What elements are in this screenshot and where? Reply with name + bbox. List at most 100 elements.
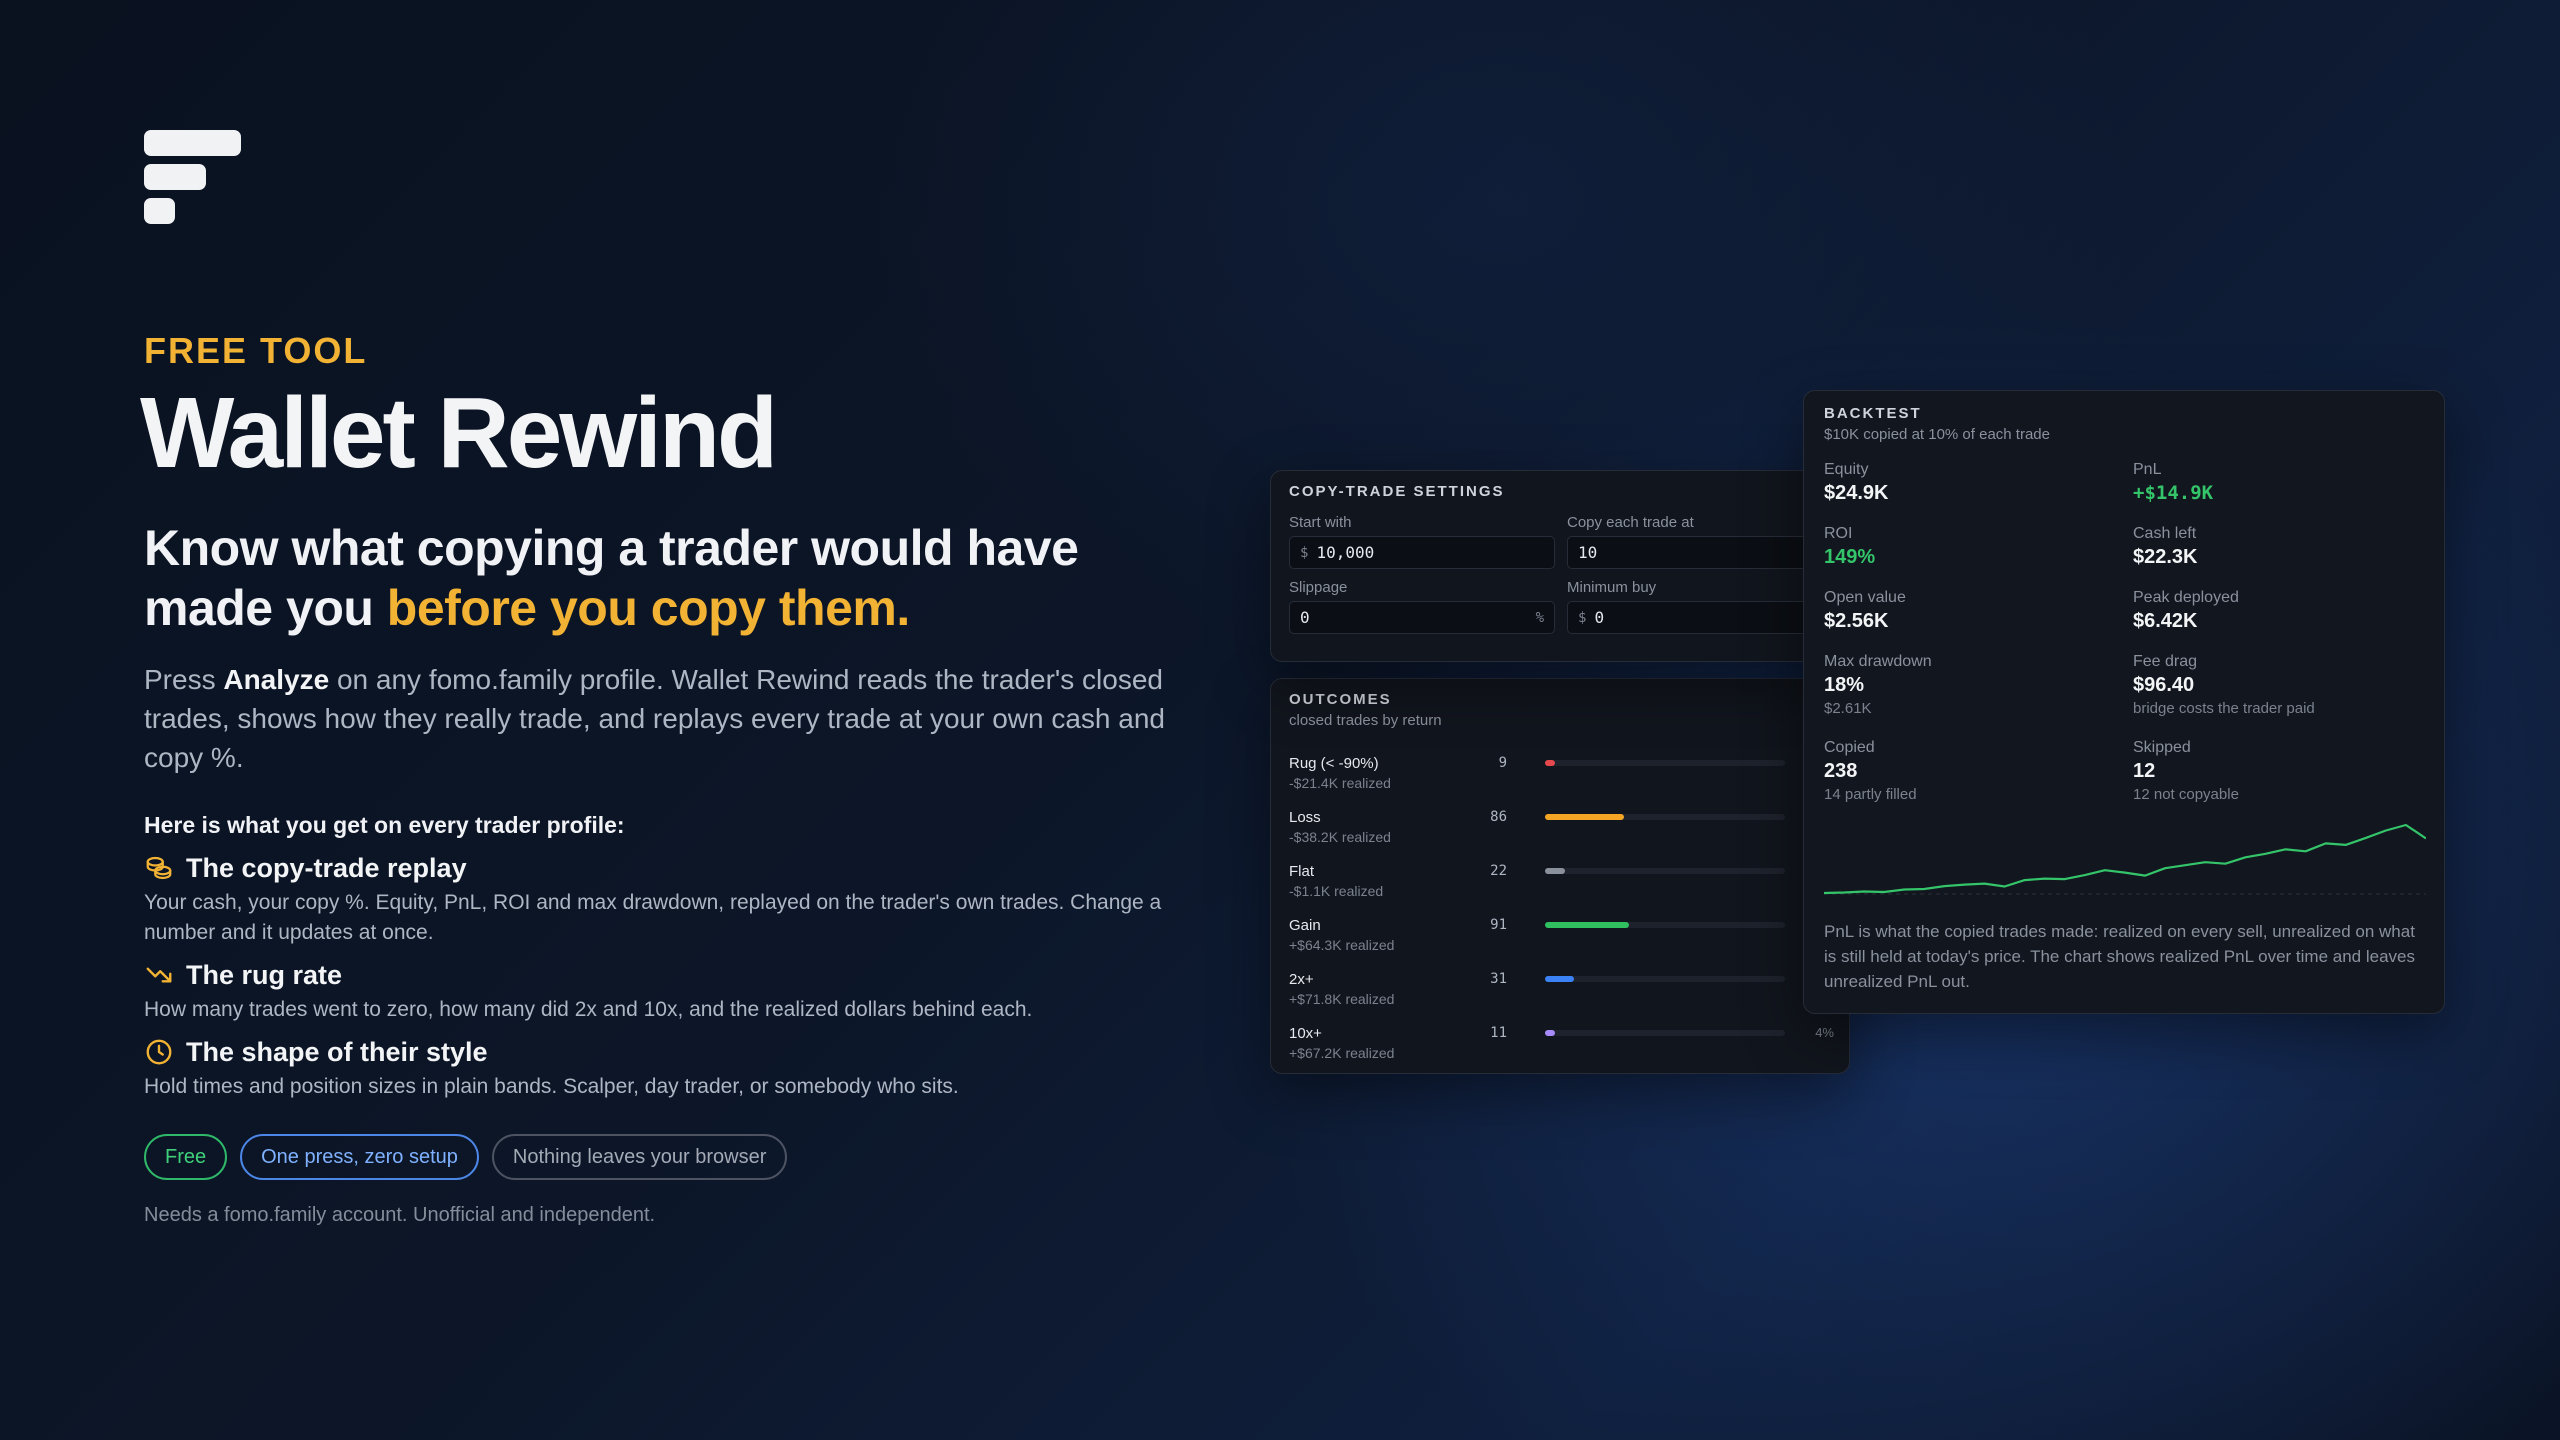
- outcome-count: 86: [1490, 809, 1507, 825]
- slippage-input[interactable]: 0 %: [1289, 601, 1555, 634]
- headline-accent: before you copy them.: [386, 580, 910, 636]
- stat-label: Peak deployed: [2133, 589, 2239, 606]
- outcomes-subtitle: closed trades by return: [1289, 712, 1442, 729]
- stat-value: +$14.9K: [2133, 482, 2214, 504]
- field-value: 10: [1578, 543, 1598, 562]
- outcome-name: 10x+: [1289, 1025, 1322, 1042]
- pill-free: Free: [144, 1134, 228, 1180]
- pill-browser-only: Nothing leaves your browser: [491, 1134, 788, 1180]
- feature-title: The rug rate: [186, 959, 343, 990]
- feature-pills: Free One press, zero setup Nothing leave…: [144, 1134, 788, 1180]
- outcome-name: Rug (< -90%): [1289, 755, 1379, 772]
- slippage-field: Slippage 0 %: [1289, 579, 1555, 634]
- coins-icon: [146, 856, 172, 880]
- stat-equity: Equity $24.9K: [1824, 461, 2124, 505]
- outcome-bar-track: [1545, 760, 1785, 766]
- headline: Know what copying a trader would have ma…: [144, 518, 1204, 638]
- outcome-bar-track: [1545, 976, 1785, 982]
- pill-one-press: One press, zero setup: [240, 1134, 479, 1180]
- stat-value: 238: [1824, 760, 1858, 782]
- field-label: Copy each trade at: [1567, 514, 1694, 531]
- stat-note: 14 partly filled: [1824, 786, 1917, 803]
- stat-peak-deployed: Peak deployed $6.42K: [2133, 589, 2433, 633]
- stat-value: $22.3K: [2133, 546, 2198, 568]
- settings-title: COPY-TRADE SETTINGS: [1289, 483, 1505, 500]
- minimum-buy-input[interactable]: $ 0: [1567, 601, 1833, 634]
- outcomes-panel: OUTCOMES closed trades by return Rug (< …: [1270, 678, 1850, 1074]
- intro-pre: Press: [144, 664, 224, 695]
- feature-desc: Hold times and position sizes in plain b…: [144, 1075, 959, 1098]
- outcomes-title: OUTCOMES: [1289, 691, 1392, 708]
- outcome-realized: +$64.3K realized: [1289, 937, 1395, 953]
- outcome-count: 91: [1490, 917, 1507, 933]
- stat-label: Open value: [1824, 589, 1906, 606]
- outcome-bar: [1545, 760, 1555, 766]
- feature-desc: How many trades went to zero, how many d…: [144, 998, 1033, 1021]
- outcome-bar: [1545, 868, 1566, 874]
- stat-value: $96.40: [2133, 674, 2195, 696]
- feature-copy-trade-replay: The copy-trade replay Your cash, your co…: [144, 850, 1204, 948]
- stat-note: bridge costs the trader paid: [2133, 700, 2315, 717]
- copy-trade-settings-panel: COPY-TRADE SETTINGS Start with $ 10,000 …: [1270, 470, 1850, 662]
- outcome-count: 22: [1490, 863, 1507, 879]
- stat-roi: ROI 149%: [1824, 525, 2124, 569]
- outcome-count: 11: [1490, 1025, 1507, 1041]
- field-value: 0: [1300, 608, 1310, 627]
- stat-value: $2.56K: [1824, 610, 1889, 632]
- feature-desc: Your cash, your copy %. Equity, PnL, ROI…: [144, 891, 1162, 944]
- field-value: 0: [1594, 608, 1605, 627]
- feature-title: The shape of their style: [186, 1036, 488, 1067]
- outcome-realized: +$71.8K realized: [1289, 991, 1395, 1007]
- outcome-realized: -$1.1K realized: [1289, 883, 1384, 899]
- backtest-title: BACKTEST: [1824, 405, 1922, 422]
- stat-value: 149%: [1824, 546, 1876, 568]
- outcome-bar: [1545, 814, 1625, 820]
- clock-icon: [146, 1039, 172, 1065]
- stat-note: 12 not copyable: [2133, 786, 2239, 803]
- stat-open-value: Open value $2.56K: [1824, 589, 2124, 633]
- backtest-note: PnL is what the copied trades made: real…: [1824, 922, 2415, 991]
- field-label: Slippage: [1289, 579, 1348, 596]
- stat-cash-left: Cash left $22.3K: [2133, 525, 2433, 569]
- outcome-realized: -$38.2K realized: [1289, 829, 1391, 845]
- outcome-row: Rug (< -90%) -$21.4K realized 9: [1289, 755, 1834, 809]
- start-with-input[interactable]: $ 10,000: [1289, 536, 1555, 569]
- stat-copied: Copied 238 14 partly filled: [1824, 739, 2124, 803]
- stat-value: 18%: [1824, 674, 1865, 696]
- page-title: Wallet Rewind: [140, 377, 778, 489]
- stat-max-drawdown: Max drawdown 18% $2.61K: [1824, 653, 2124, 717]
- stat-fee-drag: Fee drag $96.40 bridge costs the trader pa…: [2133, 653, 2433, 717]
- realized-pnl-chart: [1824, 823, 2426, 895]
- outcome-row: Flat -$1.1K realized 22: [1289, 863, 1834, 917]
- field-label: Minimum buy: [1567, 579, 1657, 596]
- pnl-line: [1824, 823, 2426, 895]
- copy-percent-input[interactable]: 10: [1567, 536, 1833, 569]
- dollar-unit: $: [1300, 544, 1309, 561]
- outcome-bar: [1545, 1030, 1556, 1036]
- minimum-buy-field: Minimum buy $ 0: [1567, 579, 1833, 634]
- outcome-bar: [1545, 922, 1629, 928]
- stat-label: Cash left: [2133, 525, 2197, 542]
- outcome-bar: [1545, 976, 1574, 982]
- outcome-row: 10x+ +$67.2K realized 11 4%: [1289, 1025, 1834, 1079]
- stat-label: ROI: [1824, 525, 1853, 542]
- trend-down-icon: [146, 967, 172, 983]
- outcome-bar-track: [1545, 1030, 1785, 1036]
- stat-label: Max drawdown: [1824, 653, 1932, 670]
- outcome-row: 2x+ +$71.8K realized 31: [1289, 971, 1834, 1025]
- intro-analyze: Analyze: [223, 664, 330, 695]
- outcome-bar-track: [1545, 814, 1785, 820]
- outcome-name: 2x+: [1289, 971, 1314, 988]
- stat-label: Skipped: [2133, 739, 2191, 756]
- features-title: Here is what you get on every trader pro…: [144, 812, 625, 838]
- outcome-row: Loss -$38.2K realized 86: [1289, 809, 1834, 863]
- feature-title: The copy-trade replay: [186, 852, 467, 883]
- logo-bar-top: [144, 130, 241, 156]
- outcome-row: Gain +$64.3K realized 91: [1289, 917, 1834, 971]
- feature-style-shape: The shape of their style Hold times and …: [144, 1034, 1204, 1102]
- outcome-count: 31: [1490, 971, 1507, 987]
- outcome-realized: +$67.2K realized: [1289, 1045, 1395, 1061]
- stat-label: Fee drag: [2133, 653, 2198, 670]
- start-with-field: Start with $ 10,000: [1289, 514, 1555, 569]
- stat-label: Copied: [1824, 739, 1875, 756]
